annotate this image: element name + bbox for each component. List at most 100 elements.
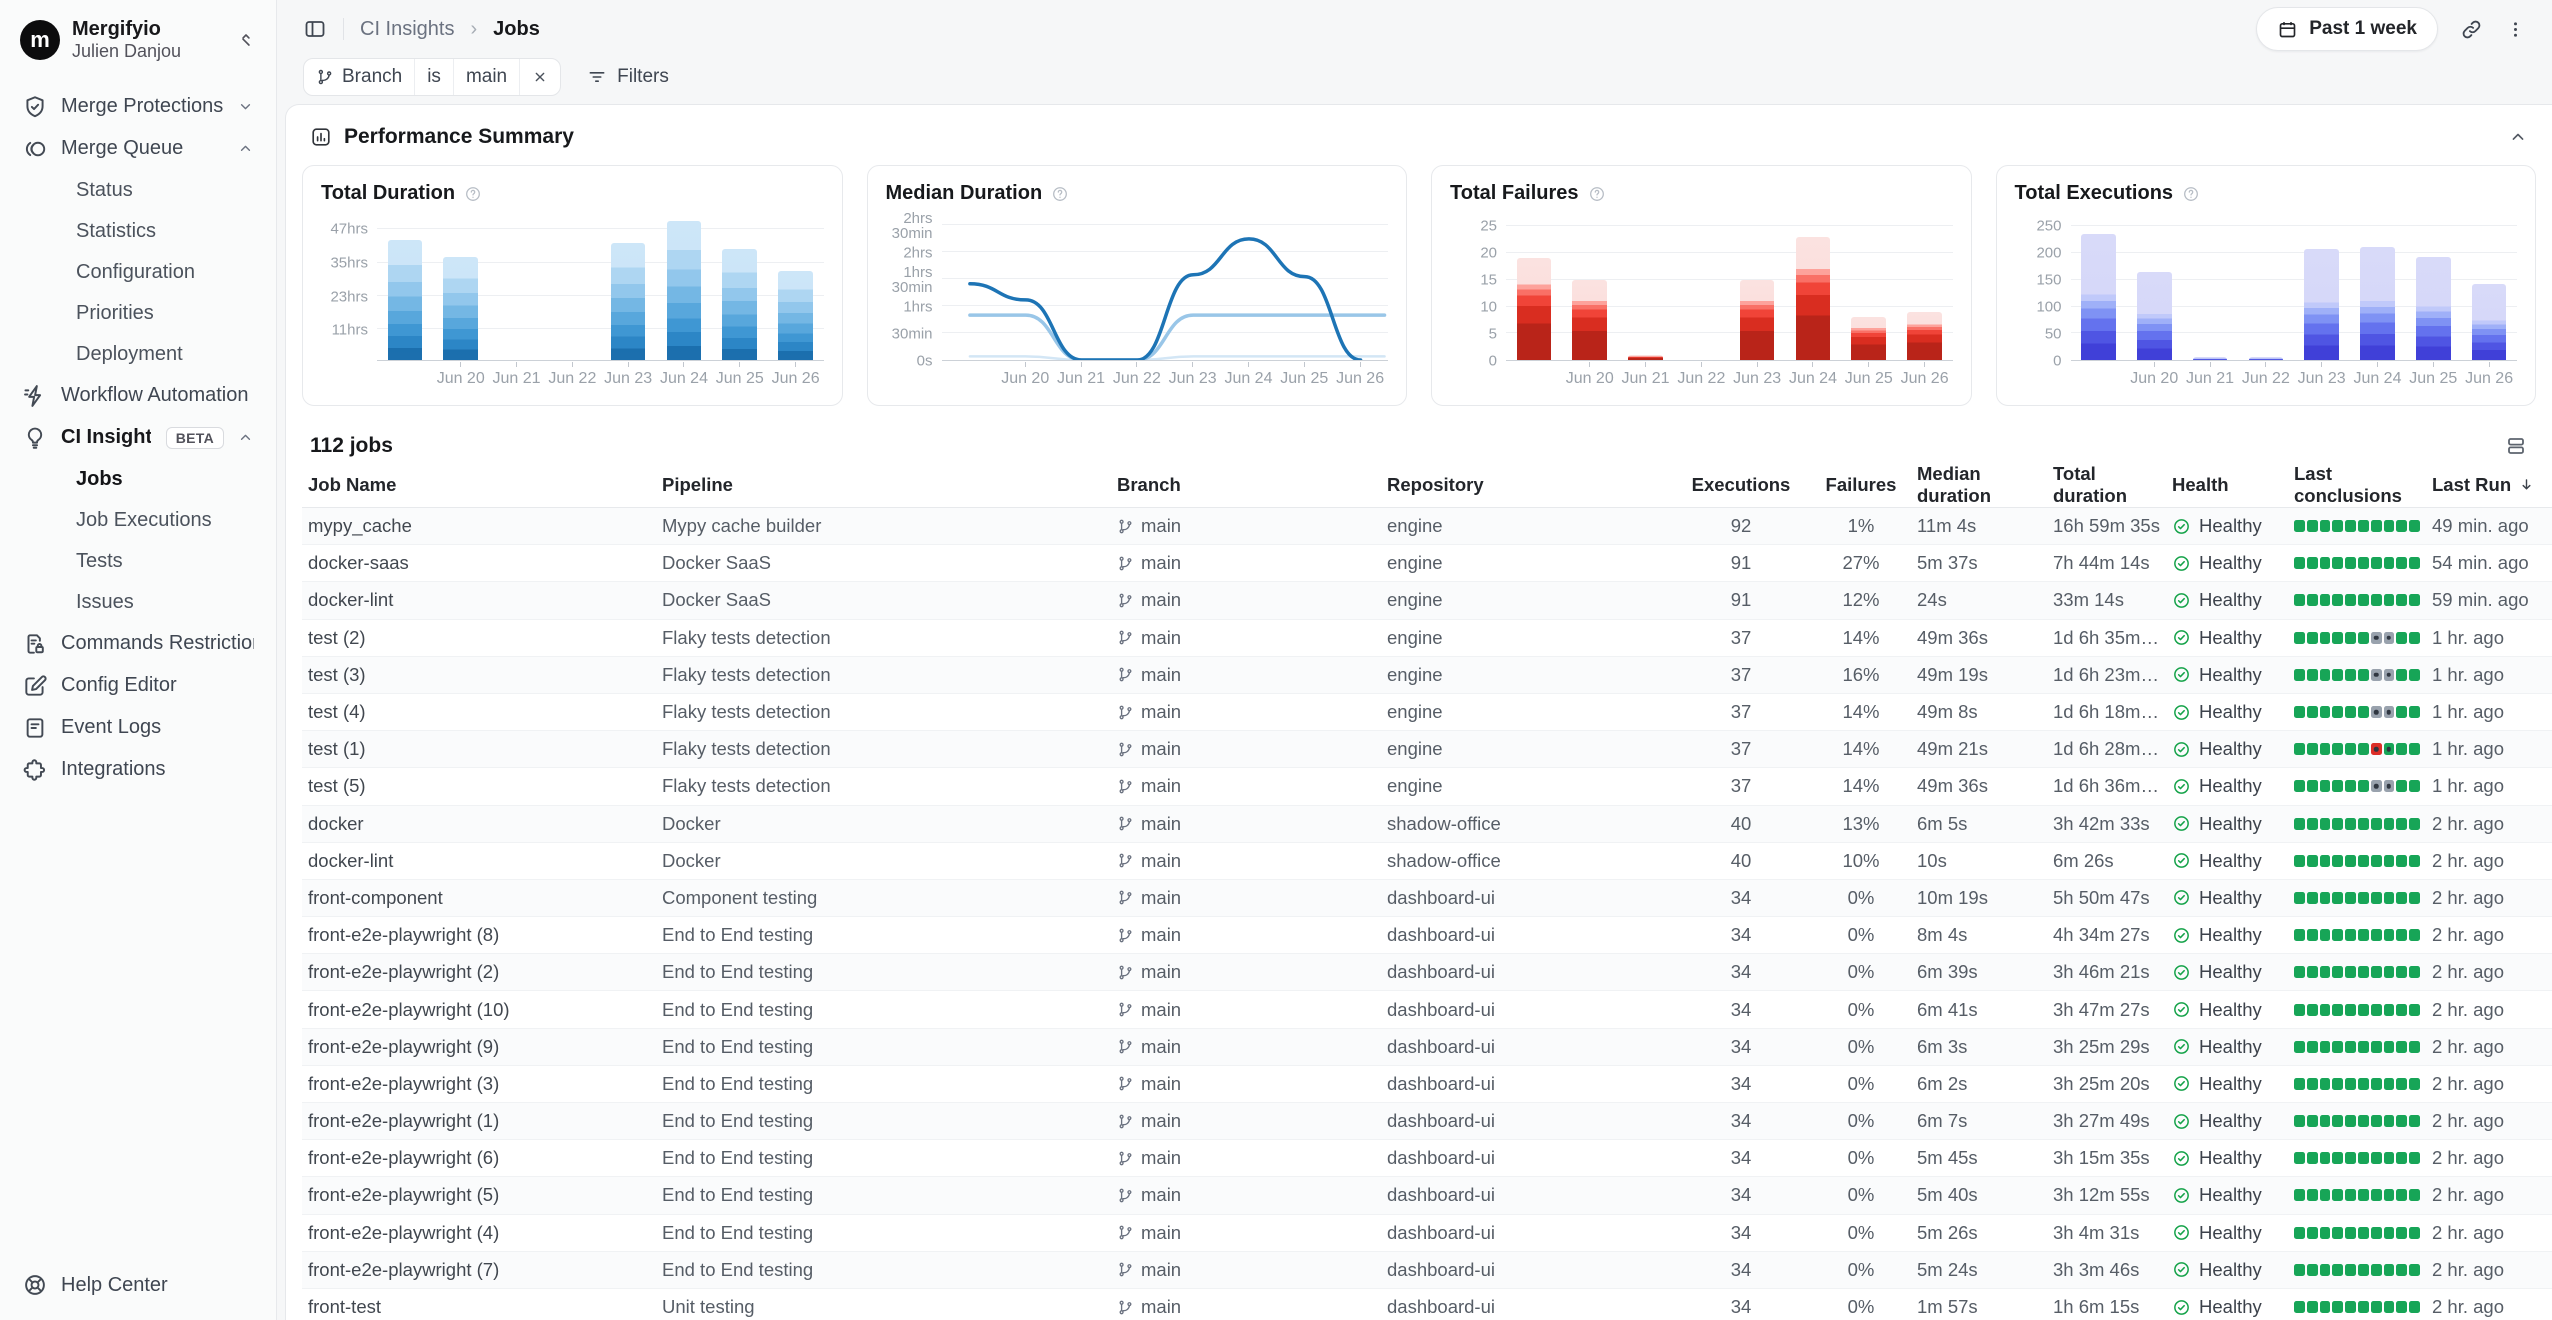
sidebar-item-label: Commands Restrictions (61, 632, 254, 655)
cell-last-run: 1 hr. ago (2426, 738, 2552, 760)
table-row[interactable]: front-e2e-playwright (7)End to End testi… (302, 1252, 2552, 1289)
column-header-branch[interactable]: Branch (1111, 474, 1381, 496)
sidebar-item-merge-protections[interactable]: Merge Protections (12, 86, 264, 128)
cell-health: Healthy (2166, 1259, 2288, 1281)
collapse-section-button[interactable] (2508, 127, 2528, 147)
table-row[interactable]: docker-lintDocker SaaSmainengine9112%24s… (302, 582, 2552, 619)
org-switcher[interactable]: m Mergifyio Julien Danjou (12, 10, 264, 76)
cell-failures: 0% (1811, 961, 1911, 983)
cell-pipeline: End to End testing (656, 1259, 1111, 1281)
table-row[interactable]: docker-lintDockermainshadow-office4010%1… (302, 843, 2552, 880)
filter-bar: Branch is main Filters (277, 58, 2552, 104)
column-header-median-duration[interactable]: Median duration (1911, 463, 2047, 507)
sidebar-item-priorities[interactable]: Priorities (12, 293, 264, 334)
column-header-health[interactable]: Health (2166, 474, 2288, 496)
sidebar-item-job-executions[interactable]: Job Executions (12, 500, 264, 541)
sidebar-item-jobs[interactable]: Jobs (12, 459, 264, 500)
check-circle-icon (2172, 1186, 2191, 1205)
column-header-last-run[interactable]: Last Run (2426, 474, 2552, 496)
conclusion-block-g (2396, 706, 2407, 718)
org-name: Mergifyio (72, 18, 224, 41)
table-row[interactable]: front-e2e-playwright (10)End to End test… (302, 991, 2552, 1028)
date-range-button[interactable]: Past 1 week (2256, 7, 2438, 51)
bar-jun-20 (2137, 272, 2172, 360)
sidebar-item-ci-insights[interactable]: CI InsightsBETA (12, 417, 264, 459)
table-row[interactable]: front-e2e-playwright (4)End to End testi… (302, 1215, 2552, 1252)
table-row[interactable]: front-e2e-playwright (5)End to End testi… (302, 1177, 2552, 1214)
table-row[interactable]: front-e2e-playwright (6)End to End testi… (302, 1140, 2552, 1177)
sidebar-item-issues[interactable]: Issues (12, 582, 264, 623)
table-row[interactable]: test (3)Flaky tests detectionmainengine3… (302, 657, 2552, 694)
sidebar-toggle-button[interactable] (303, 17, 327, 41)
check-circle-icon (2172, 1000, 2191, 1019)
cell-pipeline: Flaky tests detection (656, 627, 1111, 649)
column-header-job-name[interactable]: Job Name (302, 474, 656, 496)
sidebar-item-config-editor[interactable]: Config Editor (12, 665, 264, 707)
chevron-down-icon (237, 98, 254, 115)
view-toggle-button[interactable] (2504, 434, 2528, 458)
cell-pipeline: End to End testing (656, 1184, 1111, 1206)
column-header-total-duration[interactable]: Total duration (2047, 463, 2166, 507)
lightning-icon (22, 383, 48, 409)
table-row[interactable]: front-testUnit testingmaindashboard-ui34… (302, 1289, 2552, 1320)
table-row[interactable]: front-componentComponent testingmaindash… (302, 880, 2552, 917)
x-tick: Jun 26 (2461, 361, 2517, 391)
table-row[interactable]: test (4)Flaky tests detectionmainengine3… (302, 694, 2552, 731)
check-circle-icon (2172, 963, 2191, 982)
column-header-last-conclusions[interactable]: Last conclusions (2288, 463, 2426, 507)
table-row[interactable]: dockerDockermainshadow-office4013%6m 5s3… (302, 806, 2552, 843)
sidebar-item-integrations[interactable]: Integrations (12, 749, 264, 791)
conclusion-block-g (2332, 1227, 2343, 1239)
x-tick-mark (572, 362, 573, 367)
sidebar-subitem-label: Deployment (76, 343, 183, 366)
conclusion-block-g (2345, 1041, 2356, 1053)
conclusion-block-g (2409, 1264, 2420, 1276)
table-row[interactable]: front-e2e-playwright (8)End to End testi… (302, 917, 2552, 954)
sidebar-item-event-logs[interactable]: Event Logs (12, 707, 264, 749)
sidebar-item-commands-restrictions[interactable]: Commands Restrictions (12, 623, 264, 665)
sidebar-item-workflow-automation[interactable]: Workflow Automation (12, 375, 264, 417)
sidebar-item-label: CI Insights (61, 426, 151, 449)
filter-chip-value: main (453, 59, 519, 95)
column-header-repository[interactable]: Repository (1381, 474, 1671, 496)
table-row[interactable]: front-e2e-playwright (9)End to End testi… (302, 1029, 2552, 1066)
sidebar-item-status[interactable]: Status (12, 170, 264, 211)
conclusion-block-g (2345, 1152, 2356, 1164)
conclusion-block-g (2384, 1041, 2395, 1053)
sidebar-item-merge-queue[interactable]: Merge Queue (12, 128, 264, 170)
sidebar-item-help-center[interactable]: Help Center (12, 1264, 264, 1306)
sidebar-item-deployment[interactable]: Deployment (12, 334, 264, 375)
table-row[interactable]: test (1)Flaky tests detectionmainengine3… (302, 731, 2552, 768)
table-row[interactable]: front-e2e-playwright (2)End to End testi… (302, 954, 2552, 991)
overflow-menu-button[interactable] (2505, 19, 2526, 40)
share-link-button[interactable] (2460, 18, 2483, 41)
conclusion-block-g (2396, 632, 2407, 644)
column-header-label: Job Name (308, 474, 396, 496)
branch-filter-chip[interactable]: Branch is main (303, 58, 561, 96)
table-row[interactable]: front-e2e-playwright (1)End to End testi… (302, 1103, 2552, 1140)
breadcrumb-parent[interactable]: CI Insights (360, 18, 454, 41)
conclusion-block-g (2307, 594, 2318, 606)
sidebar-item-tests[interactable]: Tests (12, 541, 264, 582)
filter-chip-field: Branch (342, 66, 402, 88)
x-tick: Jun 21 (1053, 361, 1109, 391)
table-row[interactable]: docker-saasDocker SaaSmainengine9127%5m … (302, 545, 2552, 582)
filters-label: Filters (617, 66, 669, 88)
conclusion-block-g (2409, 1041, 2420, 1053)
column-header-executions[interactable]: Executions (1671, 474, 1811, 496)
conclusion-block-g (2294, 1227, 2305, 1239)
table-row[interactable]: front-e2e-playwright (3)End to End testi… (302, 1066, 2552, 1103)
filter-chip-remove-button[interactable] (519, 59, 560, 95)
conclusion-block-g (2358, 520, 2369, 532)
column-header-pipeline[interactable]: Pipeline (656, 474, 1111, 496)
filters-button[interactable]: Filters (587, 66, 669, 88)
column-header-label: Median duration (1917, 463, 2041, 507)
table-row[interactable]: mypy_cacheMypy cache buildermainengine92… (302, 508, 2552, 545)
sidebar-item-configuration[interactable]: Configuration (12, 252, 264, 293)
sidebar-item-statistics[interactable]: Statistics (12, 211, 264, 252)
table-row[interactable]: test (5)Flaky tests detectionmainengine3… (302, 768, 2552, 805)
table-row[interactable]: test (2)Flaky tests detectionmainengine3… (302, 620, 2552, 657)
column-header-failures[interactable]: Failures (1811, 474, 1911, 496)
cell-last-run: 2 hr. ago (2426, 1110, 2552, 1132)
cell-total-duration: 1d 6h 28m 32s (2047, 738, 2166, 760)
